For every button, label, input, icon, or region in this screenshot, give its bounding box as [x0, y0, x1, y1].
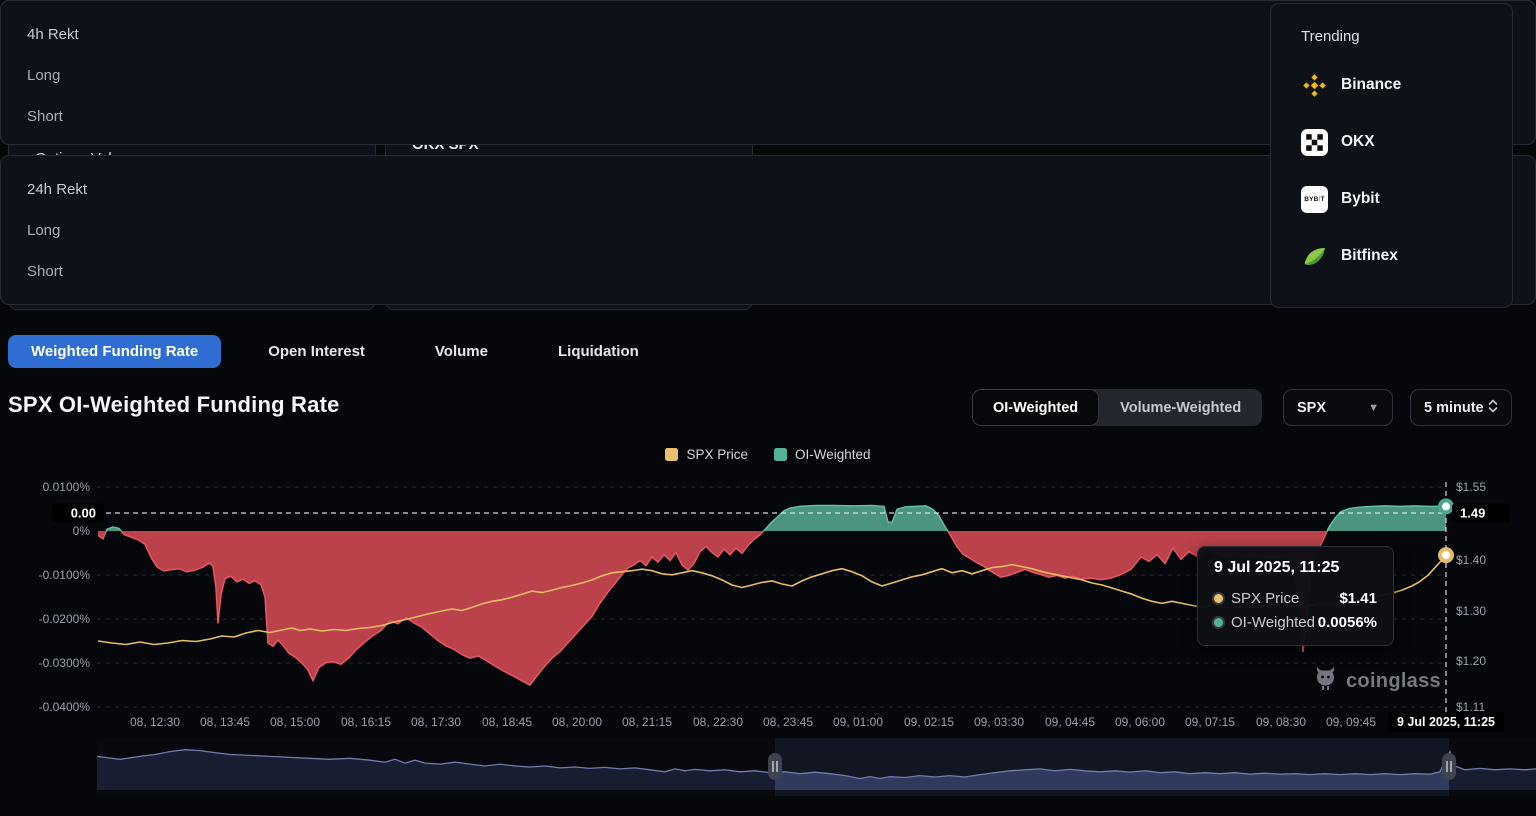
chevron-down-icon: ▼ [1368, 402, 1379, 414]
tab-weighted-funding-rate[interactable]: Weighted Funding Rate [8, 335, 221, 368]
interval-select[interactable]: 5 minute [1410, 389, 1512, 426]
trending-item-label: Bybit [1341, 190, 1380, 208]
interval-select-value: 5 minute [1424, 400, 1484, 416]
rekt-short-label: Short [27, 108, 1444, 125]
tooltip-rows: SPX Price$1.41 OI-Weighted0.0056% [1214, 590, 1377, 631]
binance-logo-icon [1301, 72, 1328, 99]
chart-tooltip: 9 Jul 2025, 11:25 SPX Price$1.41 OI-Weigh… [1197, 546, 1394, 646]
trending-card: Trending Binance OKX BYBIT Bybit Bitfinex [1270, 3, 1513, 308]
tooltip-series-dot [1214, 594, 1223, 603]
tooltip-row: OI-Weighted0.0056% [1214, 614, 1377, 631]
tooltip-series-label: OI-Weighted [1231, 614, 1318, 631]
trending-item-binance[interactable]: Binance [1301, 71, 1482, 99]
rekt-long-label: Long [27, 222, 1452, 239]
trending-item-label: Bitfinex [1341, 247, 1398, 265]
watermark-text: coinglass [1346, 670, 1441, 693]
trending-item-bybit[interactable]: BYBIT Bybit [1301, 185, 1482, 213]
tab-bar: Weighted Funding Rate Open Interest Volume… [8, 335, 662, 368]
rekt-period-label: 24h Rekt [27, 181, 1444, 198]
trending-item-label: OKX [1341, 133, 1375, 151]
symbol-select[interactable]: SPX ▼ [1283, 389, 1393, 426]
tooltip-series-label: SPX Price [1231, 590, 1339, 607]
symbol-select-value: SPX [1297, 400, 1326, 416]
tooltip-series-dot [1214, 618, 1223, 627]
rekt-long-label: Long [27, 67, 1452, 84]
oi-weighted-last-marker [1440, 500, 1452, 512]
tooltip-series-value: 0.0056% [1318, 614, 1377, 631]
trending-items: Binance OKX BYBIT Bybit Bitfinex [1301, 71, 1482, 270]
coinglass-watermark: coinglass [1312, 665, 1441, 697]
rekt-short-label: Short [27, 263, 1444, 280]
bitfinex-logo-icon [1301, 243, 1328, 270]
tooltip-row: SPX Price$1.41 [1214, 590, 1377, 607]
navigator-handle-left[interactable] [768, 753, 782, 780]
page-title: SPX OI-Weighted Funding Rate [8, 392, 340, 418]
tab-liquidation[interactable]: Liquidation [535, 335, 662, 368]
okx-logo-icon [1301, 129, 1328, 156]
tab-open-interest[interactable]: Open Interest [245, 335, 388, 368]
spx-price-last-marker [1440, 549, 1452, 561]
coinglass-funding-dashboard: Volume+32.46%$309.54MOpen Interest+23.53… [0, 0, 1536, 816]
chart-navigator[interactable] [97, 738, 1536, 796]
rekt-period-label: 4h Rekt [27, 26, 1445, 43]
segment-volume-weighted[interactable]: Volume-Weighted [1099, 389, 1262, 426]
tooltip-title: 9 Jul 2025, 11:25 [1214, 559, 1377, 577]
chevron-updown-icon [1488, 398, 1498, 417]
navigator-handle-right[interactable] [1442, 753, 1456, 780]
trending-item-label: Binance [1341, 76, 1401, 94]
coinglass-bull-icon [1312, 665, 1339, 697]
trending-item-okx[interactable]: OKX [1301, 128, 1482, 156]
bybit-wordmark: BYBIT [1301, 186, 1328, 213]
tab-volume[interactable]: Volume [412, 335, 511, 368]
weight-toggle: OI-WeightedVolume-Weighted [972, 389, 1262, 426]
trending-item-bitfinex[interactable]: Bitfinex [1301, 242, 1482, 270]
trending-title: Trending [1301, 28, 1482, 45]
segment-oi-weighted[interactable]: OI-Weighted [972, 389, 1099, 426]
bybit-logo-icon: BYBIT [1301, 186, 1328, 213]
tooltip-series-value: $1.41 [1339, 590, 1377, 607]
